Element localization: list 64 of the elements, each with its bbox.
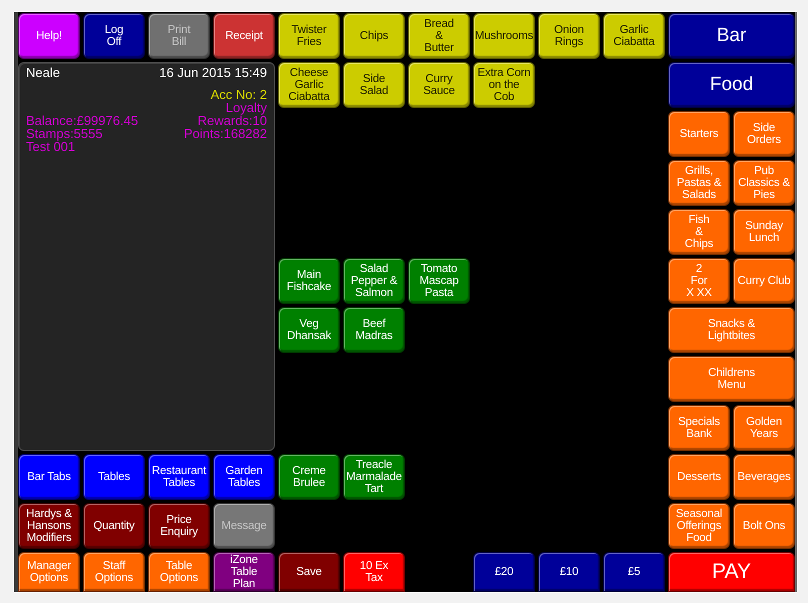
- category-button[interactable]: Bar: [668, 13, 795, 59]
- menu-item-button[interactable]: Side Salad: [343, 62, 405, 108]
- option-button[interactable]: iZone Table Plan: [213, 552, 275, 592]
- department-button[interactable]: Bolt Ons: [733, 503, 795, 549]
- department-button[interactable]: Sunday Lunch: [733, 209, 795, 255]
- menu-item-button[interactable]: Curry Sauce: [408, 62, 470, 108]
- department-button[interactable]: Side Orders: [733, 111, 795, 157]
- action-button[interactable]: 10 Ex Tax: [343, 552, 405, 592]
- rewards-text: Rewards:10: [198, 114, 267, 127]
- table-button[interactable]: Garden Tables: [213, 454, 275, 500]
- points-text: Points:168282: [184, 127, 267, 140]
- modifier-button[interactable]: Price Enquiry: [148, 503, 210, 549]
- table-button[interactable]: Tables: [83, 454, 145, 500]
- department-button[interactable]: Childrens Menu: [668, 356, 795, 402]
- function-button[interactable]: Receipt: [213, 13, 275, 59]
- menu-item-button[interactable]: Salad Pepper & Salmon: [343, 258, 405, 304]
- menu-item-button[interactable]: Creme Brulee: [278, 454, 340, 500]
- pay-button[interactable]: PAY: [668, 552, 795, 592]
- menu-item-button[interactable]: Main Fishcake: [278, 258, 340, 304]
- operator-name: Neale: [26, 66, 60, 79]
- cash-button[interactable]: £10: [538, 552, 600, 592]
- menu-item-button[interactable]: Twister Fries: [278, 13, 340, 59]
- department-button[interactable]: Starters: [668, 111, 730, 157]
- cash-button[interactable]: £20: [473, 552, 535, 592]
- date-time: 16 Jun 2015 15:49: [159, 66, 267, 79]
- stamps-text: Stamps:5555: [26, 127, 103, 140]
- department-button[interactable]: Desserts: [668, 454, 730, 500]
- department-button[interactable]: Specials Bank: [668, 405, 730, 451]
- option-button[interactable]: Staff Options: [83, 552, 145, 592]
- action-button[interactable]: Save: [278, 552, 340, 592]
- function-button[interactable]: Help!: [18, 13, 80, 59]
- account-number: Acc No: 2: [210, 88, 267, 101]
- department-button[interactable]: 2 For X XX: [668, 258, 730, 304]
- menu-item-button[interactable]: Cheese Garlic Ciabatta: [278, 62, 340, 108]
- modifier-button[interactable]: Quantity: [83, 503, 145, 549]
- option-button[interactable]: Manager Options: [18, 552, 80, 592]
- menu-item-button[interactable]: Mushrooms: [473, 13, 535, 59]
- modifier-button[interactable]: Hardys & Hansons Modifiers: [18, 503, 80, 549]
- table-button[interactable]: Bar Tabs: [18, 454, 80, 500]
- menu-item-button[interactable]: Onion Rings: [538, 13, 600, 59]
- table-button[interactable]: Restaurant Tables: [148, 454, 210, 500]
- cash-button[interactable]: £5: [603, 552, 665, 592]
- function-button[interactable]: Log Off: [83, 13, 145, 59]
- customer-name: Test 001: [26, 140, 76, 153]
- department-button[interactable]: Fish & Chips: [668, 209, 730, 255]
- menu-item-button[interactable]: Treacle Marmalade Tart: [343, 454, 405, 500]
- menu-item-button[interactable]: Garlic Ciabatta: [603, 13, 665, 59]
- department-button[interactable]: Golden Years: [733, 405, 795, 451]
- department-button[interactable]: Grills, Pastas & Salads: [668, 160, 730, 206]
- department-button[interactable]: Snacks & Lightbites: [668, 307, 795, 353]
- loyalty-label: Loyalty: [226, 101, 267, 114]
- department-button[interactable]: Beverages: [733, 454, 795, 500]
- menu-item-button[interactable]: Chips: [343, 13, 405, 59]
- menu-item-button[interactable]: Bread & Butter: [408, 13, 470, 59]
- menu-item-button[interactable]: Beef Madras: [343, 307, 405, 353]
- menu-item-button[interactable]: Extra Corn on the Cob: [473, 62, 535, 108]
- balance-text: Balance:£99976.45: [26, 114, 138, 127]
- department-button[interactable]: Curry Club: [733, 258, 795, 304]
- department-button[interactable]: Seasonal Offerings Food: [668, 503, 730, 549]
- department-button[interactable]: Pub Classics & Pies: [733, 160, 795, 206]
- menu-item-button[interactable]: Veg Dhansak: [278, 307, 340, 353]
- menu-item-button[interactable]: Tomato Mascap Pasta: [408, 258, 470, 304]
- category-button[interactable]: Food: [668, 62, 795, 108]
- option-button[interactable]: Table Options: [148, 552, 210, 592]
